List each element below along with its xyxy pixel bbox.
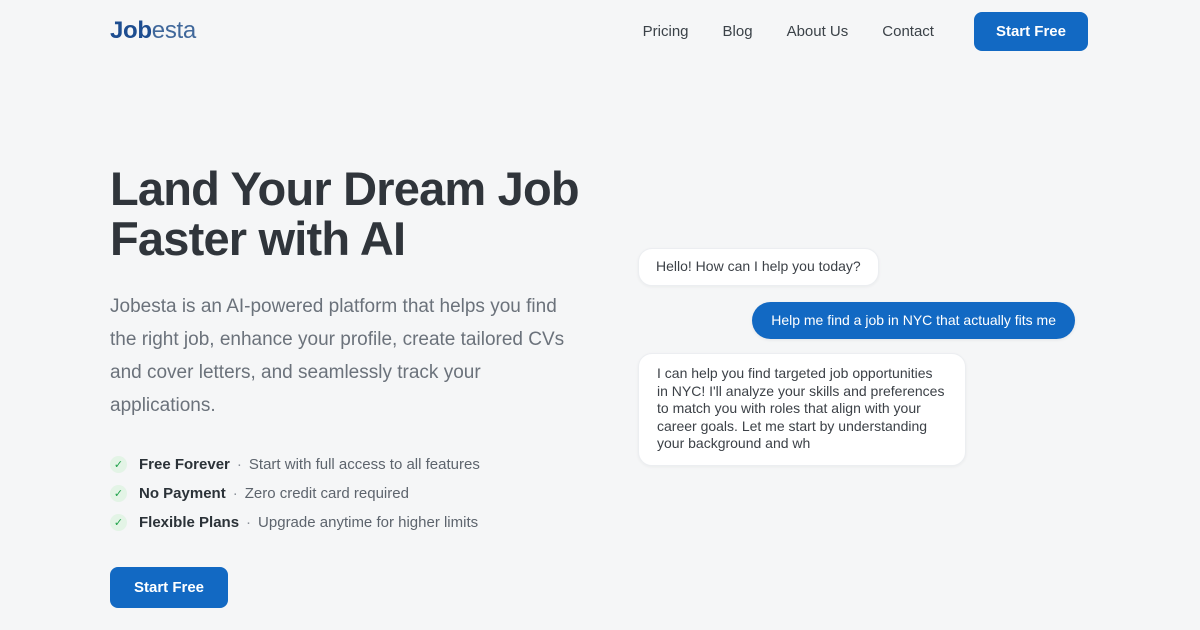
check-icon: ✓ — [110, 485, 127, 502]
check-icon: ✓ — [110, 514, 127, 531]
feature-item-flexible-plans: ✓ Flexible Plans · Upgrade anytime for h… — [110, 508, 590, 537]
feature-separator: · — [237, 456, 242, 473]
header-start-free-button[interactable]: Start Free — [974, 12, 1088, 51]
nav-link-pricing[interactable]: Pricing — [643, 23, 689, 40]
check-icon: ✓ — [110, 456, 127, 473]
feature-label: Flexible Plans — [139, 514, 239, 531]
feature-text: Start with full access to all features — [249, 456, 480, 473]
chat-bubble-assistant-reply: I can help you find targeted job opportu… — [638, 353, 966, 466]
feature-separator: · — [233, 485, 238, 502]
brand-logo-light: esta — [152, 17, 196, 44]
main-nav: Pricing Blog About Us Contact Start Free — [643, 12, 1088, 51]
page-title-line2: Faster with AI — [110, 212, 405, 265]
brand-logo-bold: Job — [110, 17, 152, 44]
header: Jobesta Pricing Blog About Us Contact St… — [0, 0, 1200, 62]
feature-item-free-forever: ✓ Free Forever · Start with full access … — [110, 450, 590, 479]
feature-text: Upgrade anytime for higher limits — [258, 514, 478, 531]
chat-preview: Hello! How can I help you today? Help me… — [638, 248, 1075, 466]
chat-bubble-assistant-greeting: Hello! How can I help you today? — [638, 248, 879, 286]
feature-label: Free Forever — [139, 456, 230, 473]
hero-description: Jobesta is an AI-powered platform that h… — [110, 290, 580, 422]
feature-text: Zero credit card required — [245, 485, 409, 502]
chat-bubble-user-request: Help me find a job in NYC that actually … — [752, 302, 1075, 340]
feature-list: ✓ Free Forever · Start with full access … — [110, 450, 590, 537]
nav-link-blog[interactable]: Blog — [723, 23, 753, 40]
feature-separator: · — [246, 514, 251, 531]
hero-section: Land Your Dream Job Faster with AI Jobes… — [110, 164, 590, 608]
page-title: Land Your Dream Job Faster with AI — [110, 164, 590, 264]
hero-start-free-button[interactable]: Start Free — [110, 567, 228, 608]
nav-link-about-us[interactable]: About Us — [787, 23, 849, 40]
brand-logo[interactable]: Jobesta — [110, 17, 196, 45]
page-title-line1: Land Your Dream Job — [110, 162, 579, 215]
feature-item-no-payment: ✓ No Payment · Zero credit card required — [110, 479, 590, 508]
feature-label: No Payment — [139, 485, 226, 502]
nav-link-contact[interactable]: Contact — [882, 23, 934, 40]
